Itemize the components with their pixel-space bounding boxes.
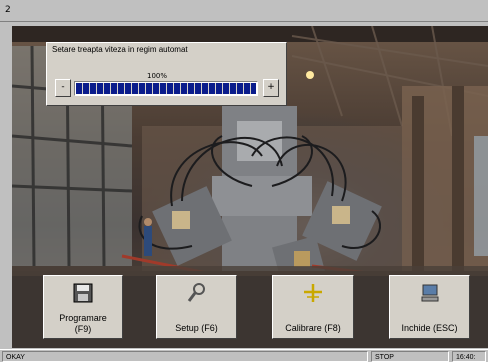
status-message: OKAY <box>2 351 368 362</box>
inchide-label: Inchide (ESC) <box>401 323 458 333</box>
programare-label: Programare <box>59 313 107 323</box>
speed-value: 100% <box>147 72 168 80</box>
calibrare-button[interactable]: Calibrare (F8) <box>272 275 354 339</box>
panel-title: Setare treapta viteza in regim automat <box>52 45 188 54</box>
floppy-disk-icon <box>73 283 93 303</box>
crosshair-icon <box>304 284 322 302</box>
speed-progress-bar[interactable] <box>74 81 258 96</box>
decrease-speed-button[interactable]: - <box>55 79 71 97</box>
setup-label: Setup (F6) <box>175 323 218 333</box>
machine-state: STOP <box>371 351 449 362</box>
status-bar: OKAY STOP 16:40: <box>0 349 488 362</box>
speed-setting-panel: Setare treapta viteza in regim automat 1… <box>46 42 287 106</box>
programare-button[interactable]: Programare (F9) <box>43 275 123 339</box>
speed-progress-fill <box>76 83 256 94</box>
calibrare-label: Calibrare (F8) <box>285 323 341 333</box>
increase-speed-button[interactable]: + <box>263 79 279 97</box>
window-title: 2 <box>5 5 11 15</box>
title-bar: 2 <box>0 0 488 22</box>
wrench-icon <box>187 283 205 302</box>
setup-button[interactable]: Setup (F6) <box>156 275 237 339</box>
programare-key: (F9) <box>74 324 92 334</box>
clock: 16:40: <box>452 351 486 362</box>
computer-icon <box>421 284 438 302</box>
inchide-button[interactable]: Inchide (ESC) <box>389 275 470 339</box>
